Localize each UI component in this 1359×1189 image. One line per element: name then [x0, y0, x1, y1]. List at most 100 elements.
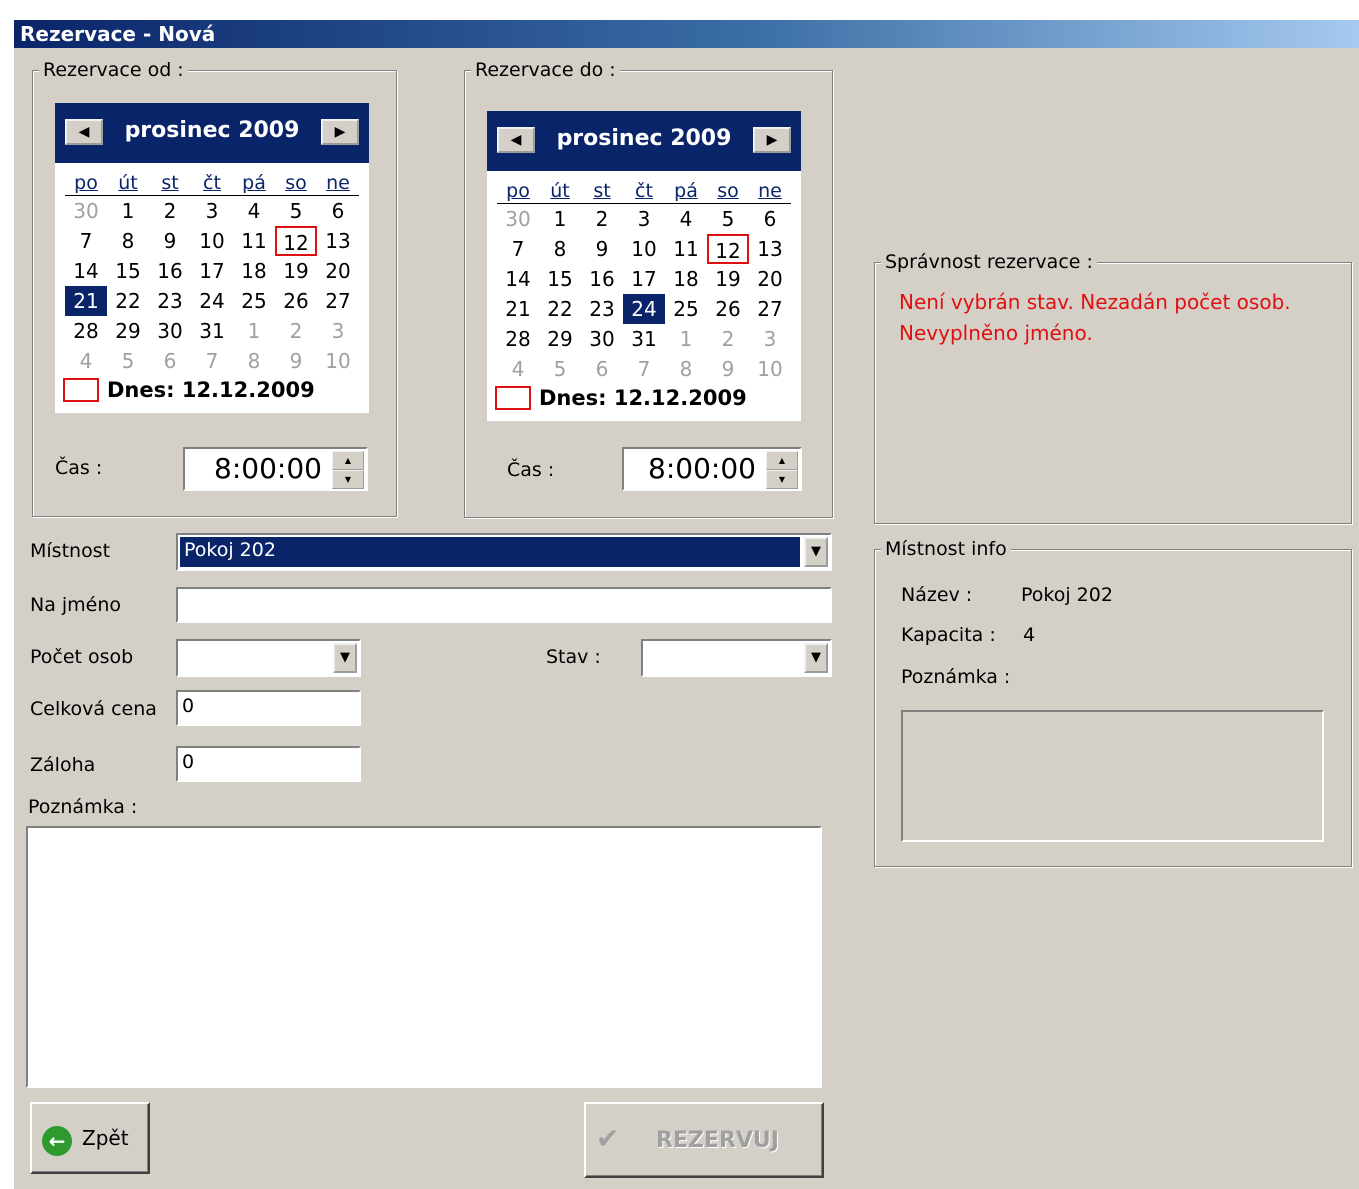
- calendar-day[interactable]: 3: [749, 324, 791, 354]
- calendar-day[interactable]: 24: [623, 294, 665, 324]
- calendar-day[interactable]: 20: [317, 256, 359, 286]
- calendar-day[interactable]: 18: [233, 256, 275, 286]
- calendar-day[interactable]: 5: [707, 204, 749, 234]
- calendar-day[interactable]: 2: [581, 204, 623, 234]
- calendar-day[interactable]: 6: [581, 354, 623, 384]
- next-month-button[interactable]: ▶: [753, 127, 791, 153]
- calendar-day[interactable]: 1: [539, 204, 581, 234]
- persons-select[interactable]: ▼: [176, 639, 361, 677]
- calendar-to[interactable]: ◀ prosinec 2009 ▶ po út st čt pá so ne 30 1 2 3 4 5 6…: [487, 111, 801, 421]
- time-spinner[interactable]: ▲ ▼: [332, 451, 364, 489]
- chevron-down-icon[interactable]: ▼: [333, 643, 357, 673]
- calendar-day[interactable]: 16: [149, 256, 191, 286]
- time-to-input[interactable]: 8:00:00 ▲ ▼: [622, 447, 802, 491]
- time-from-input[interactable]: 8:00:00 ▲ ▼: [183, 447, 368, 491]
- name-input[interactable]: [176, 587, 832, 623]
- calendar-day[interactable]: 27: [749, 294, 791, 324]
- calendar-day[interactable]: 4: [233, 196, 275, 226]
- calendar-day[interactable]: 1: [665, 324, 707, 354]
- calendar-day[interactable]: 3: [317, 316, 359, 346]
- next-month-button[interactable]: ▶: [321, 119, 359, 145]
- calendar-day[interactable]: 22: [539, 294, 581, 324]
- calendar-day[interactable]: 9: [581, 234, 623, 264]
- calendar-day[interactable]: 28: [65, 316, 107, 346]
- spin-down-icon[interactable]: ▼: [766, 470, 798, 489]
- spin-up-icon[interactable]: ▲: [766, 451, 798, 470]
- calendar-day[interactable]: 14: [497, 264, 539, 294]
- room-select[interactable]: Pokoj 202 ▼: [176, 533, 832, 571]
- calendar-day[interactable]: 22: [107, 286, 149, 316]
- calendar-day[interactable]: 23: [581, 294, 623, 324]
- calendar-day[interactable]: 15: [539, 264, 581, 294]
- calendar-day[interactable]: 8: [665, 354, 707, 384]
- calendar-day[interactable]: 12: [707, 234, 749, 264]
- calendar-day[interactable]: 2: [707, 324, 749, 354]
- calendar-day[interactable]: 31: [191, 316, 233, 346]
- reserve-button[interactable]: ✔ REZERVUJ: [584, 1102, 824, 1178]
- calendar-day[interactable]: 3: [623, 204, 665, 234]
- state-select[interactable]: ▼: [641, 639, 832, 677]
- chevron-down-icon[interactable]: ▼: [804, 537, 828, 567]
- calendar-day[interactable]: 9: [707, 354, 749, 384]
- calendar-today[interactable]: Dnes: 12.12.2009: [63, 377, 315, 403]
- calendar-day[interactable]: 13: [749, 234, 791, 264]
- calendar-day[interactable]: 4: [665, 204, 707, 234]
- deposit-input[interactable]: 0: [176, 746, 361, 782]
- calendar-day[interactable]: 25: [665, 294, 707, 324]
- calendar-day[interactable]: 15: [107, 256, 149, 286]
- calendar-day[interactable]: 6: [749, 204, 791, 234]
- calendar-day[interactable]: 30: [65, 196, 107, 226]
- calendar-day[interactable]: 7: [191, 346, 233, 376]
- calendar-day[interactable]: 10: [623, 234, 665, 264]
- calendar-day[interactable]: 5: [107, 346, 149, 376]
- calendar-day[interactable]: 12: [275, 226, 317, 256]
- calendar-today[interactable]: Dnes: 12.12.2009: [495, 385, 747, 411]
- calendar-day[interactable]: 21: [65, 286, 107, 316]
- calendar-day[interactable]: 2: [149, 196, 191, 226]
- calendar-day[interactable]: 25: [233, 286, 275, 316]
- calendar-day[interactable]: 11: [665, 234, 707, 264]
- calendar-day[interactable]: 26: [707, 294, 749, 324]
- calendar-day[interactable]: 10: [749, 354, 791, 384]
- calendar-day[interactable]: 29: [539, 324, 581, 354]
- calendar-day[interactable]: 6: [149, 346, 191, 376]
- calendar-day[interactable]: 26: [275, 286, 317, 316]
- calendar-day[interactable]: 3: [191, 196, 233, 226]
- calendar-day[interactable]: 10: [317, 346, 359, 376]
- calendar-day[interactable]: 21: [497, 294, 539, 324]
- calendar-day[interactable]: 8: [107, 226, 149, 256]
- calendar-day[interactable]: 7: [497, 234, 539, 264]
- calendar-day[interactable]: 10: [191, 226, 233, 256]
- calendar-from[interactable]: ◀ prosinec 2009 ▶ po út st čt pá so ne 30 1 2 3 4 5 6…: [55, 103, 369, 413]
- back-button[interactable]: ← Zpět: [30, 1102, 150, 1174]
- calendar-day[interactable]: 30: [149, 316, 191, 346]
- calendar-day[interactable]: 8: [539, 234, 581, 264]
- calendar-day[interactable]: 17: [623, 264, 665, 294]
- spin-up-icon[interactable]: ▲: [332, 451, 364, 470]
- calendar-day[interactable]: 17: [191, 256, 233, 286]
- calendar-day[interactable]: 5: [539, 354, 581, 384]
- calendar-day[interactable]: 6: [317, 196, 359, 226]
- calendar-day[interactable]: 23: [149, 286, 191, 316]
- calendar-day[interactable]: 27: [317, 286, 359, 316]
- calendar-day[interactable]: 7: [65, 226, 107, 256]
- calendar-day[interactable]: 14: [65, 256, 107, 286]
- spin-down-icon[interactable]: ▼: [332, 470, 364, 489]
- calendar-day[interactable]: 7: [623, 354, 665, 384]
- calendar-day[interactable]: 9: [275, 346, 317, 376]
- calendar-day[interactable]: 8: [233, 346, 275, 376]
- calendar-day[interactable]: 16: [581, 264, 623, 294]
- calendar-day[interactable]: 30: [497, 204, 539, 234]
- calendar-day[interactable]: 20: [749, 264, 791, 294]
- note-textarea[interactable]: [26, 826, 822, 1088]
- calendar-day[interactable]: 19: [275, 256, 317, 286]
- calendar-day[interactable]: 1: [107, 196, 149, 226]
- price-input[interactable]: 0: [176, 690, 361, 726]
- calendar-day[interactable]: 19: [707, 264, 749, 294]
- calendar-day[interactable]: 31: [623, 324, 665, 354]
- calendar-day[interactable]: 18: [665, 264, 707, 294]
- calendar-day[interactable]: 4: [497, 354, 539, 384]
- calendar-day[interactable]: 2: [275, 316, 317, 346]
- calendar-day[interactable]: 29: [107, 316, 149, 346]
- chevron-down-icon[interactable]: ▼: [804, 643, 828, 673]
